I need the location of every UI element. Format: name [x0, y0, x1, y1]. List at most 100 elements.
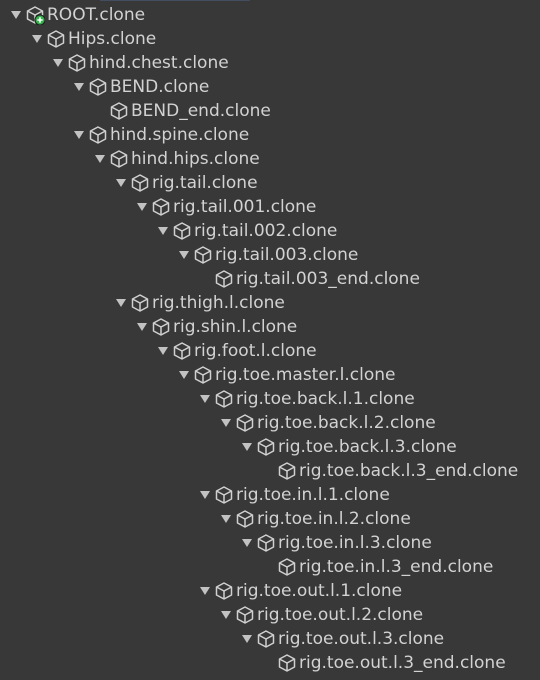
expand-arrow-icon[interactable]	[155, 339, 171, 363]
expand-arrow-icon[interactable]	[134, 315, 150, 339]
arrow-spacer	[197, 267, 213, 291]
gameobject-icon	[234, 507, 256, 531]
hierarchy-item[interactable]: rig.tail.001.clone	[134, 195, 316, 219]
gameobject-icon	[150, 315, 172, 339]
expand-arrow-icon[interactable]	[29, 27, 45, 51]
expand-arrow-icon[interactable]	[218, 603, 234, 627]
arrow-spacer	[260, 651, 276, 675]
hierarchy-item[interactable]: rig.toe.master.l.clone	[176, 363, 395, 387]
gameobject-icon	[276, 555, 298, 579]
hierarchy-item-label: hind.hips.clone	[131, 149, 260, 169]
expand-arrow-icon[interactable]	[218, 507, 234, 531]
expand-arrow-icon[interactable]	[71, 75, 87, 99]
gameobject-icon	[192, 243, 214, 267]
expand-arrow-icon[interactable]	[113, 291, 129, 315]
hierarchy-item-label: BEND_end.clone	[131, 101, 271, 121]
hierarchy-item[interactable]: rig.shin.l.clone	[134, 315, 297, 339]
hierarchy-item[interactable]: rig.toe.out.l.3.clone	[239, 627, 444, 651]
hierarchy-item-label: rig.toe.out.l.1.clone	[236, 581, 403, 601]
arrow-spacer	[260, 555, 276, 579]
hierarchy-item-label: rig.toe.in.l.2.clone	[257, 509, 411, 529]
hierarchy-item[interactable]: rig.tail.002.clone	[155, 219, 337, 243]
hierarchy-item[interactable]: hind.hips.clone	[92, 147, 260, 171]
hierarchy-item-label: rig.toe.back.l.3_end.clone	[299, 461, 519, 481]
gameobject-icon	[213, 579, 235, 603]
hierarchy-item-label: rig.toe.in.l.3_end.clone	[299, 557, 494, 577]
hierarchy-item-label: BEND.clone	[110, 77, 210, 97]
hierarchy-item-label: hind.spine.clone	[110, 125, 250, 145]
hierarchy-item[interactable]: rig.tail.003_end.clone	[197, 267, 420, 291]
expand-arrow-icon[interactable]	[113, 171, 129, 195]
expand-arrow-icon[interactable]	[92, 147, 108, 171]
hierarchy-item[interactable]: rig.tail.clone	[113, 171, 258, 195]
gameobject-icon	[66, 51, 88, 75]
hierarchy-item-label: Hips.clone	[68, 29, 157, 49]
gameobject-icon	[129, 291, 151, 315]
hierarchy-item-label: rig.toe.in.l.1.clone	[236, 485, 390, 505]
expand-arrow-icon[interactable]	[155, 219, 171, 243]
hierarchy-item[interactable]: rig.toe.in.l.1.clone	[197, 483, 390, 507]
arrow-spacer	[92, 99, 108, 123]
hierarchy-item[interactable]: rig.foot.l.clone	[155, 339, 317, 363]
hierarchy-item-label: rig.tail.001.clone	[173, 197, 317, 217]
expand-arrow-icon[interactable]	[8, 3, 24, 27]
expand-arrow-icon[interactable]	[197, 579, 213, 603]
hierarchy-item[interactable]: hind.spine.clone	[71, 123, 249, 147]
hierarchy-item[interactable]: ROOT.clone	[8, 3, 145, 27]
gameobject-icon	[255, 627, 277, 651]
partial-row-above	[100, 0, 250, 1]
gameobject-icon	[87, 75, 109, 99]
gameobject-icon	[192, 363, 214, 387]
hierarchy-panel: ROOT.clone Hips.clone hind.chest.clone BEND…	[0, 0, 540, 680]
hierarchy-item[interactable]: rig.toe.in.l.3.clone	[239, 531, 432, 555]
hierarchy-item-label: rig.tail.002.clone	[194, 221, 338, 241]
hierarchy-item-label: rig.toe.back.l.2.clone	[257, 413, 436, 433]
hierarchy-item[interactable]: BEND.clone	[71, 75, 209, 99]
hierarchy-item[interactable]: rig.toe.in.l.2.clone	[218, 507, 411, 531]
hierarchy-item-label: rig.toe.back.l.1.clone	[236, 389, 415, 409]
arrow-spacer	[260, 459, 276, 483]
hierarchy-item[interactable]: rig.toe.back.l.3.clone	[239, 435, 457, 459]
expand-arrow-icon[interactable]	[239, 435, 255, 459]
hierarchy-item[interactable]: rig.toe.back.l.3_end.clone	[260, 459, 518, 483]
gameobject-icon	[234, 603, 256, 627]
expand-arrow-icon[interactable]	[218, 411, 234, 435]
gameobject-icon	[108, 147, 130, 171]
gameobject-icon	[171, 339, 193, 363]
expand-arrow-icon[interactable]	[239, 627, 255, 651]
expand-arrow-icon[interactable]	[134, 195, 150, 219]
expand-arrow-icon[interactable]	[197, 387, 213, 411]
gameobject-icon	[255, 435, 277, 459]
hierarchy-item-label: rig.toe.out.l.2.clone	[257, 605, 424, 625]
expand-arrow-icon[interactable]	[176, 243, 192, 267]
gameobject-icon	[87, 123, 109, 147]
gameobject-icon	[276, 459, 298, 483]
expand-arrow-icon[interactable]	[239, 531, 255, 555]
gameobject-icon	[276, 651, 298, 675]
gameobject-icon	[255, 531, 277, 555]
expand-arrow-icon[interactable]	[176, 363, 192, 387]
hierarchy-item-label: rig.shin.l.clone	[173, 317, 298, 337]
gameobject-icon	[108, 99, 130, 123]
hierarchy-item[interactable]: rig.toe.out.l.3_end.clone	[260, 651, 506, 675]
hierarchy-item-label: rig.toe.out.l.3.clone	[278, 629, 445, 649]
hierarchy-item[interactable]: rig.toe.out.l.2.clone	[218, 603, 423, 627]
hierarchy-item[interactable]: rig.thigh.l.clone	[113, 291, 285, 315]
hierarchy-item[interactable]: rig.toe.out.l.1.clone	[197, 579, 402, 603]
hierarchy-item[interactable]: rig.toe.in.l.3_end.clone	[260, 555, 493, 579]
gameobject-icon	[150, 195, 172, 219]
expand-arrow-icon[interactable]	[197, 483, 213, 507]
hierarchy-item[interactable]: hind.chest.clone	[50, 51, 229, 75]
hierarchy-item[interactable]: Hips.clone	[29, 27, 156, 51]
hierarchy-item[interactable]: rig.toe.back.l.1.clone	[197, 387, 415, 411]
gameobject-icon	[213, 387, 235, 411]
expand-arrow-icon[interactable]	[50, 51, 66, 75]
hierarchy-item[interactable]: rig.toe.back.l.2.clone	[218, 411, 436, 435]
gameobject-icon	[45, 27, 67, 51]
hierarchy-item[interactable]: BEND_end.clone	[92, 99, 271, 123]
prefab-add-icon	[24, 3, 46, 27]
hierarchy-item-label: rig.toe.master.l.clone	[215, 365, 396, 385]
hierarchy-item[interactable]: rig.tail.003.clone	[176, 243, 358, 267]
expand-arrow-icon[interactable]	[71, 123, 87, 147]
hierarchy-item-label: rig.tail.003_end.clone	[236, 269, 420, 289]
